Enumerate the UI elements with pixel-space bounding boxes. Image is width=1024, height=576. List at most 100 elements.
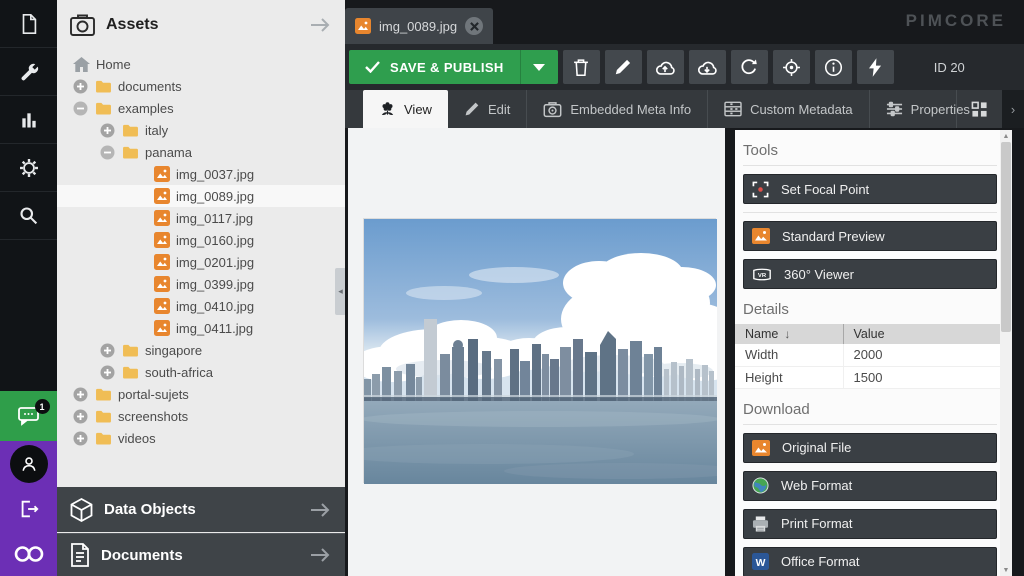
tabs-overflow-chevron[interactable]: › — [1002, 90, 1024, 128]
asset-preview-image[interactable] — [334, 218, 744, 484]
rail-search-button[interactable] — [0, 192, 57, 240]
folder-icon — [122, 343, 139, 357]
delete-asset-button[interactable] — [562, 50, 600, 84]
cloud-download-icon — [698, 61, 717, 75]
tree-item-folder[interactable]: examples — [57, 97, 345, 119]
assets-panel-header[interactable]: Assets — [57, 0, 345, 50]
collapse-minus-icon[interactable] — [100, 145, 115, 160]
rail-profile-button[interactable] — [0, 441, 57, 486]
tab-apps-grid[interactable] — [956, 90, 1002, 128]
info-button[interactable] — [814, 50, 852, 84]
check-icon — [365, 61, 380, 73]
rail-file-button[interactable] — [0, 0, 57, 48]
download-web-format-button[interactable]: Web Format — [743, 470, 997, 501]
tree-item-image-selected[interactable]: img_0089.jpg — [57, 185, 345, 207]
rail-pimcore-logo[interactable] — [0, 531, 57, 576]
details-column-name[interactable]: Name ↓ — [735, 324, 844, 344]
tree-item-folder[interactable]: italy — [57, 119, 345, 141]
standard-preview-button[interactable]: Standard Preview — [743, 221, 997, 251]
download-print-format-button[interactable]: Print Format — [743, 508, 997, 539]
file-tab-img-0089[interactable]: img_0089.jpg — [345, 8, 494, 44]
rename-button[interactable] — [604, 50, 642, 84]
panama-skyline-image — [334, 219, 744, 484]
expand-plus-icon[interactable] — [73, 387, 88, 402]
details-column-value[interactable]: Value — [843, 324, 1000, 344]
rail-account-section — [0, 441, 57, 576]
rail-notifications-button[interactable]: 1 — [0, 391, 57, 441]
actions-button[interactable] — [856, 50, 894, 84]
image-file-icon — [154, 210, 170, 226]
folder-icon — [95, 79, 112, 93]
tree-item-folder[interactable]: singapore — [57, 339, 345, 361]
tab-view[interactable]: View — [363, 90, 448, 128]
expand-plus-icon[interactable] — [100, 343, 115, 358]
image-file-icon — [154, 276, 170, 292]
asset-id-label: ID 20 — [933, 59, 965, 75]
expand-plus-icon[interactable] — [100, 123, 115, 138]
tree-item-folder[interactable]: screenshots — [57, 405, 345, 427]
tree-item-image[interactable]: img_0160.jpg — [57, 229, 345, 251]
download-button[interactable] — [688, 50, 726, 84]
expand-plus-icon[interactable] — [100, 365, 115, 380]
data-objects-panel-button[interactable]: Data Objects — [57, 487, 345, 532]
detail-name-cell: Width — [735, 344, 844, 367]
search-icon — [18, 205, 39, 226]
scrollbar-thumb[interactable] — [1001, 142, 1011, 332]
tab-embedded-meta-info[interactable]: Embedded Meta Info — [526, 90, 707, 128]
documents-panel-button[interactable]: Documents — [57, 533, 345, 576]
preview-area — [334, 128, 744, 576]
close-icon[interactable] — [465, 17, 484, 35]
arrow-right-icon[interactable] — [309, 17, 331, 33]
rail-tools-button[interactable] — [0, 48, 57, 96]
image-file-icon — [154, 320, 170, 336]
tree-item-folder[interactable]: videos — [57, 427, 345, 449]
tools-heading: Tools — [743, 142, 779, 159]
detail-value-cell: 1500 — [843, 366, 1000, 389]
details-table: Name ↓ Value Width 2000 Height 1500 — [735, 324, 1000, 389]
tree-item-image[interactable]: img_0201.jpg — [57, 251, 345, 273]
tree-item-home[interactable]: Home — [57, 53, 345, 75]
folder-icon — [122, 145, 139, 159]
reload-button[interactable] — [730, 50, 768, 84]
tree-item-image[interactable]: img_0411.jpg — [57, 317, 345, 339]
rail-logout-button[interactable] — [0, 486, 57, 531]
home-icon — [73, 56, 90, 72]
download-office-format-button[interactable]: W Office Format — [743, 546, 997, 576]
folder-icon — [95, 387, 112, 401]
panel-scrollbar[interactable]: ▲ ▼ — [1000, 130, 1012, 576]
expand-plus-icon[interactable] — [73, 431, 88, 446]
expand-plus-icon[interactable] — [73, 409, 88, 424]
download-original-file-button[interactable]: Original File — [743, 432, 997, 463]
rail-settings-button[interactable] — [0, 144, 57, 192]
table-row: Width 2000 — [735, 344, 1000, 367]
wrench-icon — [18, 61, 40, 83]
tree-item-image[interactable]: img_0117.jpg — [57, 207, 345, 229]
tab-edit[interactable]: Edit — [448, 90, 526, 128]
set-focal-point-button[interactable]: Set Focal Point — [743, 174, 997, 204]
expand-plus-icon[interactable] — [73, 79, 88, 94]
image-file-icon — [355, 18, 371, 34]
tree-item-folder[interactable]: documents — [57, 75, 345, 97]
refresh-icon — [741, 59, 757, 75]
save-and-publish-button[interactable]: SAVE & PUBLISH — [349, 50, 558, 84]
tree-item-image[interactable]: img_0399.jpg — [57, 273, 345, 295]
divider — [743, 212, 997, 213]
tree-item-folder[interactable]: panama — [57, 141, 345, 163]
tree-item-folder[interactable]: south-africa — [57, 361, 345, 383]
save-dropdown-button[interactable] — [519, 50, 558, 84]
scroll-down-icon[interactable]: ▼ — [1000, 565, 1012, 575]
viewer-360-button[interactable]: VR 360° Viewer — [743, 259, 997, 289]
tree-item-image[interactable]: img_0410.jpg — [57, 295, 345, 317]
tree-item-image[interactable]: img_0037.jpg — [57, 163, 345, 185]
tab-custom-metadata[interactable]: Custom Metadata — [707, 90, 869, 128]
upload-button[interactable] — [646, 50, 684, 84]
rail-reports-button[interactable] — [0, 96, 57, 144]
collapse-minus-icon[interactable] — [73, 101, 88, 116]
scroll-up-icon[interactable]: ▲ — [1000, 131, 1012, 141]
focal-point-icon — [752, 181, 769, 198]
divider — [743, 423, 997, 425]
locate-in-tree-button[interactable] — [772, 50, 810, 84]
image-file-icon — [154, 188, 170, 204]
tree-item-folder[interactable]: portal-sujets — [57, 383, 345, 405]
printer-icon — [752, 515, 769, 532]
